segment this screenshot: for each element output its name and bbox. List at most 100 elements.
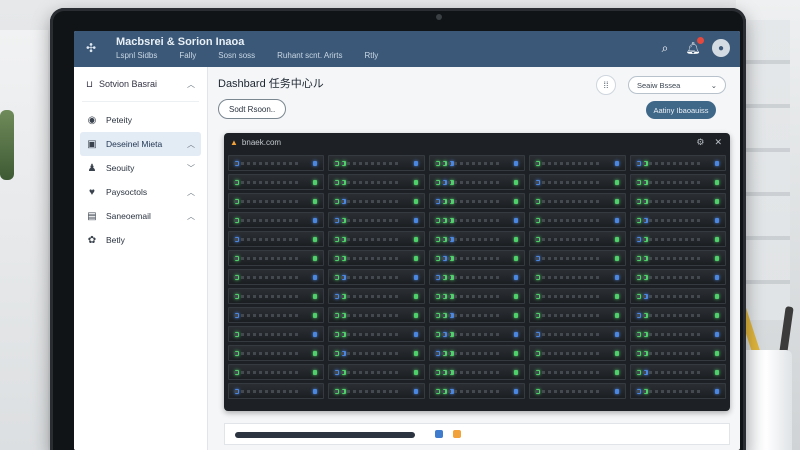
- status-led: [442, 313, 447, 318]
- status-led: [536, 180, 541, 185]
- server-unit: [228, 193, 325, 209]
- status-led: [435, 180, 440, 185]
- rack-column: [428, 151, 526, 403]
- status-led: [313, 218, 318, 223]
- sidebar-item-deseinel-mieta[interactable]: ▣ Deseinel Mieta ︿: [80, 132, 201, 156]
- status-led: [413, 275, 418, 280]
- status-led: [636, 351, 641, 356]
- status-led: [614, 370, 619, 375]
- avatar[interactable]: ●: [712, 39, 730, 57]
- rack-column: [529, 151, 626, 403]
- nav-item[interactable]: Rtly: [365, 51, 379, 60]
- server-unit: [428, 364, 526, 380]
- sidebar-item-peteity[interactable]: ◉ Peteity: [80, 108, 201, 132]
- status-led: [442, 332, 447, 337]
- status-led: [335, 332, 340, 337]
- bottom-bar: [235, 432, 415, 438]
- status-led: [313, 313, 318, 318]
- chevron-up-icon: ︿: [187, 187, 195, 197]
- status-led: [313, 275, 318, 280]
- settings-icon[interactable]: ⚙: [696, 137, 704, 148]
- server-unit: [228, 231, 325, 247]
- status-led: [614, 237, 619, 242]
- status-led: [614, 256, 619, 261]
- status-led: [342, 389, 347, 394]
- status-led: [413, 351, 418, 356]
- server-unit: [428, 193, 526, 209]
- sidebar-header-icon: ⊔: [86, 78, 94, 89]
- sidebar-item-saneoemail[interactable]: ▤ Saneoemail ︿: [80, 204, 201, 228]
- status-led: [449, 332, 454, 337]
- doc-icon: ▣: [87, 138, 97, 150]
- server-unit: [529, 288, 626, 304]
- status-led: [413, 199, 418, 204]
- server-unit: [328, 231, 425, 247]
- status-led: [643, 351, 648, 356]
- bell-icon[interactable]: 🔔︎: [684, 37, 704, 57]
- filter-icon[interactable]: ⁞⁞: [596, 75, 616, 95]
- menu-icon[interactable]: ✣: [86, 42, 100, 54]
- status-led: [449, 351, 454, 356]
- server-unit: [228, 364, 325, 380]
- server-unit: [529, 383, 626, 399]
- status-led: [235, 294, 239, 299]
- server-unit: [428, 383, 526, 399]
- sidebar-header[interactable]: ⊔ Sotvion Basrai ︿: [80, 73, 201, 95]
- gear-icon: ✿: [87, 234, 97, 246]
- bottom-toolbar: [224, 423, 730, 445]
- status-led: [643, 332, 648, 337]
- status-dot: [453, 430, 461, 438]
- status-led: [514, 161, 519, 166]
- server-unit: [428, 326, 526, 342]
- status-led: [335, 313, 340, 318]
- header-actions: ⌕ 🔔︎ ●: [656, 37, 730, 57]
- nav-item[interactable]: Ruhant scnt. Arirts: [277, 51, 342, 60]
- primary-button[interactable]: Aatiny Ibaoauiss: [646, 101, 716, 119]
- server-unit: [328, 250, 425, 266]
- server-unit: [228, 269, 325, 285]
- sidebar-item-seouity[interactable]: ♟ Seouity ﹀: [80, 156, 201, 180]
- status-led: [514, 370, 519, 375]
- status-led: [536, 332, 541, 337]
- server-unit: [328, 288, 425, 304]
- rack-column: [328, 151, 425, 403]
- secondary-button[interactable]: Sodt Rsoon..: [218, 99, 287, 119]
- sidebar-item-betly[interactable]: ✿ Betly: [80, 228, 201, 252]
- server-unit: [629, 250, 727, 266]
- status-led: [313, 332, 318, 337]
- server-unit: [629, 307, 727, 323]
- status-led: [335, 256, 340, 261]
- status-led: [313, 161, 318, 166]
- status-led: [235, 237, 239, 242]
- status-led: [435, 332, 440, 337]
- status-led: [643, 275, 648, 280]
- status-led: [514, 389, 519, 394]
- sidebar-item-label: Paysoctols: [106, 187, 148, 197]
- status-led: [235, 370, 239, 375]
- status-led: [235, 389, 239, 394]
- close-icon[interactable]: ✕: [714, 137, 722, 148]
- server-unit: [629, 269, 727, 285]
- status-led: [435, 237, 440, 242]
- server-unit: [328, 345, 425, 361]
- status-led: [614, 161, 619, 166]
- status-led: [715, 180, 720, 185]
- status-led: [435, 370, 440, 375]
- status-led: [335, 351, 340, 356]
- nav-item[interactable]: Lspnl Sidbs: [116, 51, 157, 60]
- nav-item[interactable]: Fally: [179, 51, 196, 60]
- status-led: [536, 389, 541, 394]
- status-led: [536, 275, 541, 280]
- nav-item[interactable]: Sosn soss: [218, 51, 255, 60]
- status-led: [235, 313, 239, 318]
- view-select[interactable]: Seaiw Bssea ⌄: [628, 76, 726, 94]
- status-led: [536, 256, 541, 261]
- sidebar-item-paysoctols[interactable]: ♥ Paysoctols ︿: [80, 180, 201, 204]
- search-icon[interactable]: ⌕: [656, 39, 674, 57]
- top-header: ✣ Macbsrei & Sorion Inaoa Lspnl Sidbs Fa…: [74, 31, 740, 67]
- server-unit: [228, 174, 325, 190]
- top-nav: Lspnl Sidbs Fally Sosn soss Ruhant scnt.…: [116, 51, 378, 60]
- status-led: [636, 218, 641, 223]
- status-led: [614, 180, 619, 185]
- status-led: [342, 199, 347, 204]
